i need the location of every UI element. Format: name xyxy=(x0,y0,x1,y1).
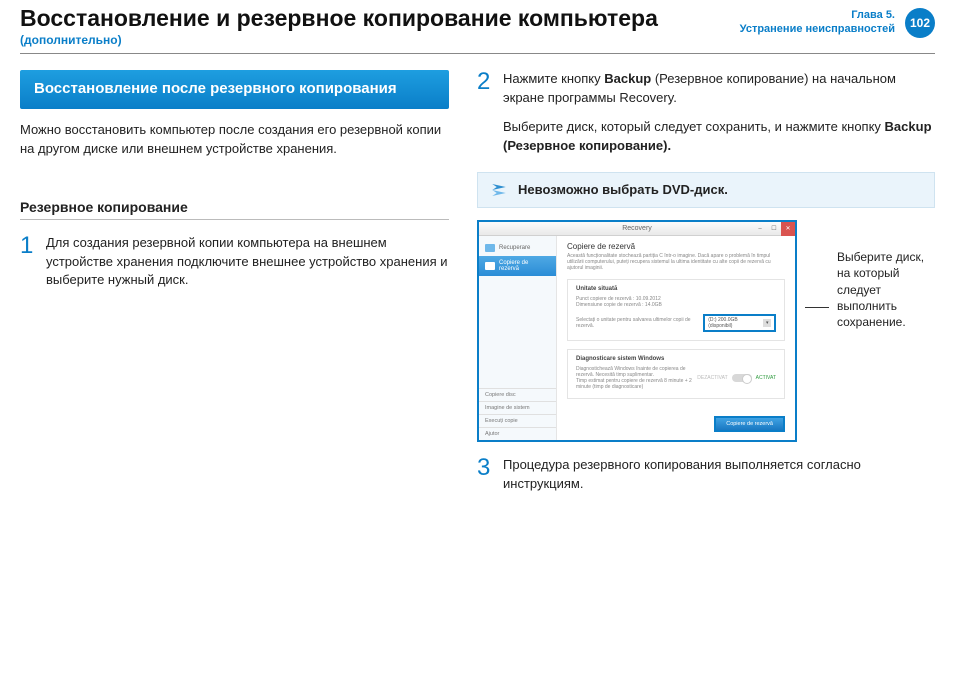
panel2-line1: Diagnostichează Windows înainte de copie… xyxy=(576,366,697,378)
step-2-number: 2 xyxy=(477,70,493,155)
sidebar-item-backup[interactable]: Copiere de rezervă xyxy=(479,256,556,276)
sidebar-item-recover[interactable]: Recuperare xyxy=(479,240,556,256)
disk-select-dropdown[interactable]: (D:) 200.0GB (disponibil) ▾ xyxy=(703,314,776,332)
main-heading: Copiere de rezervă xyxy=(567,242,785,251)
step-3-text: Процедура резервного копирования выполня… xyxy=(503,456,935,494)
chapter-label: Глава 5. Устранение неисправностей xyxy=(740,9,895,37)
sidebar-item-backup-label: Copiere de rezervă xyxy=(499,260,550,272)
panel-diagnostics: Diagnosticare sistem Windows Diagnostich… xyxy=(567,349,785,399)
panel2-line2: Timp estimat pentru copiere de rezervă 8… xyxy=(576,378,697,390)
diagnostics-text: Diagnostichează Windows înainte de copie… xyxy=(576,366,697,390)
sidebar-link-copy-disc[interactable]: Copiere disc xyxy=(479,388,556,401)
subheading-backup: Резервное копирование xyxy=(20,199,449,220)
disk-select-row: Selectați o unitate pentru salvarea ulti… xyxy=(576,314,776,332)
backup-icon xyxy=(485,262,495,270)
toggle-switch-icon xyxy=(732,374,752,382)
header-right: Глава 5. Устранение неисправностей 102 xyxy=(740,8,935,38)
left-column: Восстановление после резервного копирова… xyxy=(20,70,449,493)
note-text: Невозможно выбрать DVD-диск. xyxy=(518,182,728,197)
panel2-title: Diagnosticare sistem Windows xyxy=(576,356,776,362)
sidebar-link-system-image[interactable]: Imagine de sistem xyxy=(479,401,556,414)
step-3: 3 Процедура резервного копирования выпол… xyxy=(477,456,935,494)
window-title: Recovery xyxy=(622,225,652,232)
app-main-pane: Copiere de rezervă Această funcționalita… xyxy=(557,236,795,440)
step-2-prefix: Нажмите кнопку xyxy=(503,71,604,86)
chevron-down-icon: ▾ xyxy=(763,319,771,327)
window-body: Recuperare Copiere de rezervă Copiere di… xyxy=(479,236,795,440)
page-title: Восстановление и резервное копирование к… xyxy=(20,6,658,31)
step-2-sub-prefix: Выберите диск, который следует сохранить… xyxy=(503,119,885,134)
sidebar-link-help[interactable]: Ajutor xyxy=(479,427,556,440)
panel1-line2: Dimensiune copie de rezervă : 14.0GB xyxy=(576,302,776,308)
step-2-line-1: Нажмите кнопку Backup (Резервное копиров… xyxy=(503,70,935,108)
step-3-number: 3 xyxy=(477,456,493,494)
step-1: 1 Для создания резервной копии компьютер… xyxy=(20,234,449,291)
page-number-badge: 102 xyxy=(905,8,935,38)
diagnostics-toggle[interactable]: DEZACTIVAT ACTIVAT xyxy=(697,374,776,382)
note-box: Невозможно выбрать DVD-диск. xyxy=(477,172,935,208)
chapter-line-2: Устранение неисправностей xyxy=(740,23,895,37)
diagnostics-row: Diagnostichează Windows înainte de copie… xyxy=(576,366,776,390)
page-subtitle: (дополнительно) xyxy=(20,33,658,47)
sidebar-nav: Recuperare Copiere de rezervă xyxy=(479,236,556,280)
recover-icon xyxy=(485,244,495,252)
panel-drive-location: Unitate situată Punct copiere de rezervă… xyxy=(567,279,785,341)
chapter-line-1: Глава 5. xyxy=(740,9,895,23)
step-2-line-2: Выберите диск, который следует сохранить… xyxy=(503,118,935,156)
backup-button[interactable]: Copiere de rezervă xyxy=(714,416,785,432)
recovery-app-screenshot: Recovery – ☐ ✕ Recuperare xyxy=(477,220,797,442)
sidebar-link-execute-copy[interactable]: Execuți copie xyxy=(479,414,556,427)
title-block: Восстановление и резервное копирование к… xyxy=(20,6,658,47)
step-2: 2 Нажмите кнопку Backup (Резервное копир… xyxy=(477,70,935,155)
app-sidebar: Recuperare Copiere de rezervă Copiere di… xyxy=(479,236,557,440)
panel1-title: Unitate situată xyxy=(576,286,776,292)
step-1-text: Для создания резервной копии компьютера … xyxy=(46,234,449,291)
callout-text: Выберите диск, на который следует выполн… xyxy=(837,249,935,330)
intro-paragraph: Можно восстановить компьютер после созда… xyxy=(20,121,449,159)
main-description: Această funcționalitate stochează partiț… xyxy=(567,253,785,271)
panel1-line3: Selectați o unitate pentru salvarea ulti… xyxy=(576,317,703,329)
page-header: Восстановление и резервное копирование к… xyxy=(0,0,955,51)
note-icon xyxy=(490,181,508,199)
content-columns: Восстановление после резервного копирова… xyxy=(0,54,955,503)
sidebar-item-recover-label: Recuperare xyxy=(499,245,530,251)
toggle-off-label: DEZACTIVAT xyxy=(697,375,727,381)
toggle-on-label: ACTIVAT xyxy=(756,375,776,381)
window-max-button[interactable]: ☐ xyxy=(767,222,781,236)
screenshot-with-callout: Recovery – ☐ ✕ Recuperare xyxy=(477,220,935,442)
step-1-number: 1 xyxy=(20,234,36,291)
callout-leader-line xyxy=(805,307,829,308)
step-2-body: Нажмите кнопку Backup (Резервное копиров… xyxy=(503,70,935,155)
disk-select-value: (D:) 200.0GB (disponibil) xyxy=(708,317,760,329)
right-column: 2 Нажмите кнопку Backup (Резервное копир… xyxy=(477,70,935,493)
window-titlebar: Recovery – ☐ ✕ xyxy=(479,222,795,236)
sidebar-bottom-links: Copiere disc Imagine de sistem Execuți c… xyxy=(479,388,556,440)
step-2-bold-1: Backup xyxy=(604,71,651,86)
section-banner: Восстановление после резервного копирова… xyxy=(20,70,449,109)
window-close-button[interactable]: ✕ xyxy=(781,222,795,236)
window-min-button[interactable]: – xyxy=(753,222,767,236)
window-buttons: – ☐ ✕ xyxy=(753,222,795,236)
